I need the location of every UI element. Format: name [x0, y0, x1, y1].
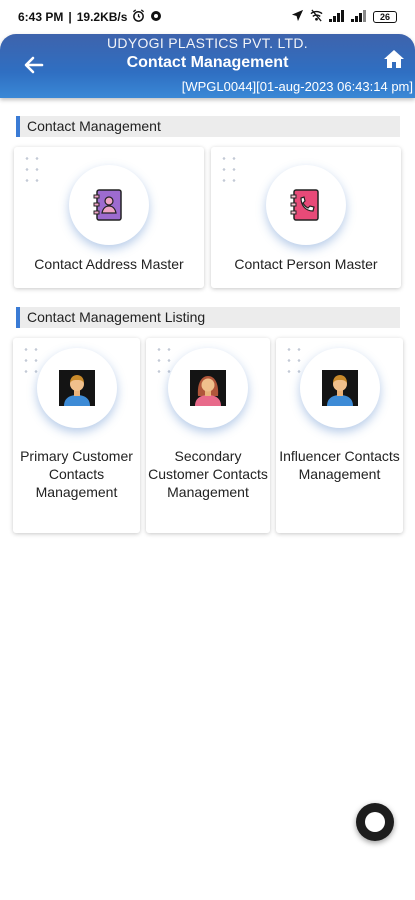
- status-bar: 6:43 PM | 19.2KB/s 26: [0, 0, 415, 34]
- page-title: Contact Management: [126, 54, 289, 71]
- app-notification-icon: [150, 10, 162, 25]
- card-secondary-customer-contacts[interactable]: Secondary Customer Contacts Management: [146, 338, 270, 533]
- floating-action-button[interactable]: [356, 803, 394, 841]
- signal-icon-1: [329, 9, 345, 25]
- card-contact-address-master[interactable]: Contact Address Master: [14, 147, 204, 288]
- alarm-icon: [132, 9, 145, 25]
- card-label: Contact Person Master: [234, 256, 378, 272]
- phone-book-icon: [290, 189, 319, 221]
- card-label: Primary Customer Contacts Management: [20, 448, 133, 500]
- location-icon: [291, 9, 304, 25]
- signal-icon-2: [351, 9, 367, 25]
- status-time: 6:43 PM: [18, 10, 64, 24]
- card-label: Contact Address Master: [34, 256, 184, 272]
- wifi-off-icon: [310, 9, 323, 25]
- section-contact-management: Contact Management: [16, 116, 400, 137]
- man-avatar-icon: [59, 370, 95, 406]
- home-button[interactable]: [383, 48, 405, 70]
- address-book-icon: [93, 189, 122, 221]
- man-avatar-icon: [322, 370, 358, 406]
- home-icon: [384, 50, 404, 68]
- card-contact-person-master[interactable]: Contact Person Master: [211, 147, 401, 288]
- section-contact-management-listing: Contact Management Listing: [16, 307, 400, 328]
- card-label: Influencer Contacts Management: [279, 448, 400, 482]
- battery-icon: 26: [373, 11, 397, 23]
- company-name: UDYOGI PLASTICS PVT. LTD.: [107, 35, 308, 51]
- status-net-speed: 19.2KB/s: [76, 10, 128, 24]
- card-label: Secondary Customer Contacts Management: [148, 448, 268, 500]
- app-header: UDYOGI PLASTICS PVT. LTD. Contact Manage…: [0, 34, 415, 98]
- woman-avatar-icon: [190, 370, 226, 406]
- session-info: [WPGL0044][01-aug-2023 06:43:14 pm]: [181, 79, 413, 94]
- card-primary-customer-contacts[interactable]: Primary Customer Contacts Management: [13, 338, 140, 533]
- card-influencer-contacts[interactable]: Influencer Contacts Management: [276, 338, 403, 533]
